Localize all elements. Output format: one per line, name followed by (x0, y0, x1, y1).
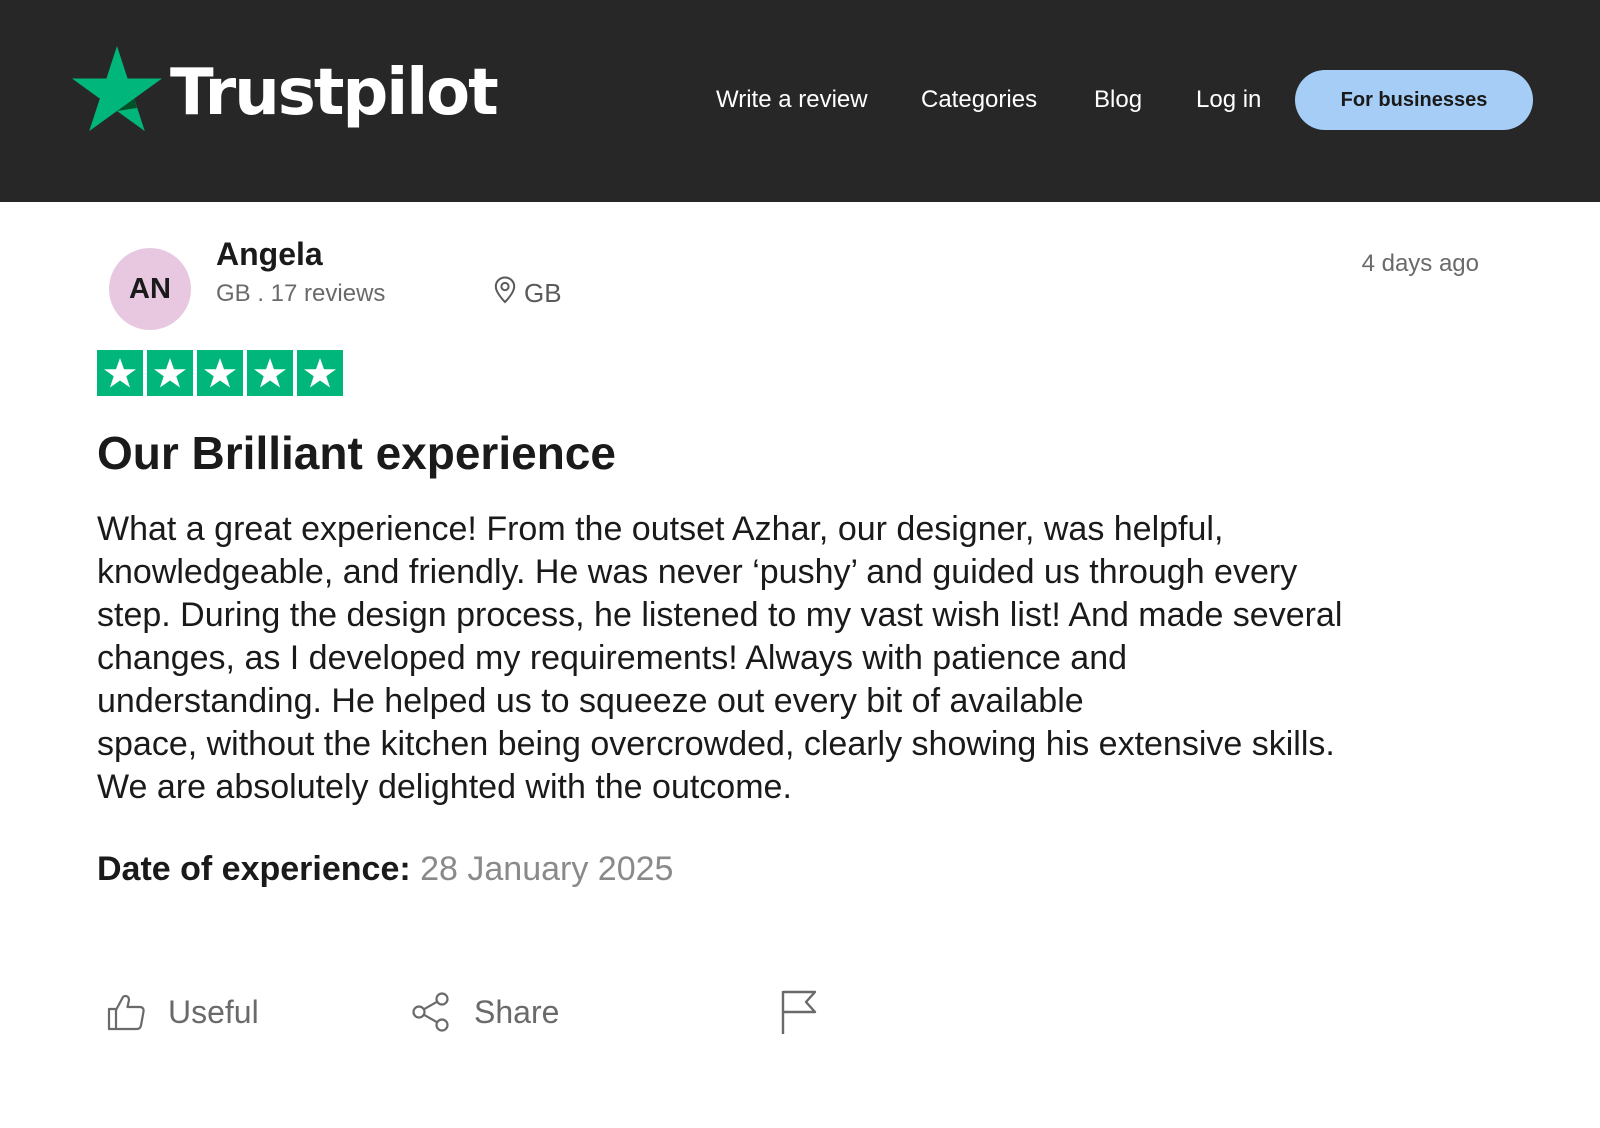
review-posted-time: 4 days ago (1361, 250, 1479, 277)
review-title: Our Brilliant experience (97, 427, 616, 479)
main-nav: Write a review Categories Blog Log in Fo… (0, 70, 1600, 130)
nav-blog[interactable]: Blog (1094, 86, 1142, 114)
star-icon (247, 350, 293, 396)
review-actions: Useful Share (0, 982, 1600, 1052)
review-card: AN Angela GB . 17 reviews GB 4 days ago … (0, 202, 1600, 1128)
for-businesses-button[interactable]: For businesses (1295, 70, 1533, 130)
star-icon (297, 350, 343, 396)
location-text: GB (524, 278, 562, 308)
review-body: What a great experience! From the outset… (97, 510, 1343, 806)
reviewer-location: GB (494, 276, 562, 311)
date-of-experience: Date of experience: 28 January 2025 (97, 850, 673, 889)
reviewer-meta: GB . 17 reviews (216, 280, 386, 307)
star-rating (97, 350, 343, 396)
flag-icon (778, 988, 818, 1036)
share-label: Share (474, 993, 560, 1030)
reviewer-name[interactable]: Angela (216, 236, 323, 273)
share-button[interactable]: Share (410, 982, 559, 1042)
report-button[interactable] (778, 982, 818, 1042)
experience-date: 28 January 2025 (420, 850, 674, 888)
nav-categories[interactable]: Categories (921, 86, 1037, 114)
nav-write-review[interactable]: Write a review (716, 86, 868, 114)
star-icon (197, 350, 243, 396)
star-icon (147, 350, 193, 396)
avatar[interactable]: AN (109, 248, 191, 330)
useful-button[interactable]: Useful (106, 982, 259, 1042)
location-pin-icon (494, 276, 524, 311)
share-icon (410, 991, 474, 1033)
site-header: Trustpilot Write a review Categories Blo… (0, 0, 1600, 202)
thumbs-up-icon (106, 992, 168, 1032)
experience-label: Date of experience: (97, 850, 411, 888)
nav-login[interactable]: Log in (1196, 86, 1261, 114)
useful-label: Useful (168, 993, 259, 1030)
star-icon (97, 350, 143, 396)
